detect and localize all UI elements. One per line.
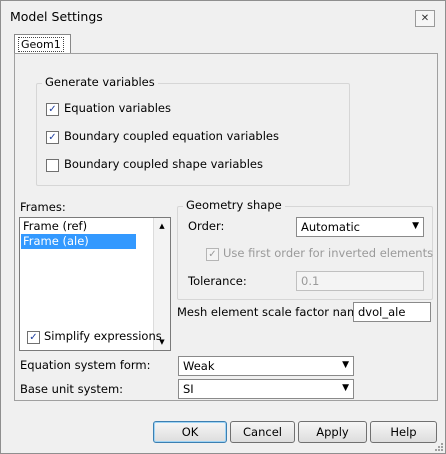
equation-system-form-dropdown[interactable]: Weak ▼ <box>178 356 354 376</box>
generate-variables-group: Generate variables ✓ Equation variables … <box>36 75 350 186</box>
simplify-expressions-checkbox[interactable]: ✓ <box>27 331 40 344</box>
base-unit-system-dropdown[interactable]: SI ▼ <box>178 379 354 399</box>
tab-panel: Generate variables ✓ Equation variables … <box>14 53 438 401</box>
close-button[interactable]: ✕ <box>415 10 435 27</box>
tolerance-value: 0.1 <box>301 274 320 288</box>
cancel-button[interactable]: Cancel <box>230 421 295 443</box>
frames-label: Frames: <box>20 200 66 214</box>
close-icon: ✕ <box>420 13 430 24</box>
model-settings-dialog: Model Settings ✕ Geom1 Generate variable… <box>0 0 446 454</box>
mesh-scale-factor-value: dvol_ale <box>358 305 406 319</box>
order-dropdown[interactable]: Automatic ▼ <box>296 217 424 237</box>
order-value: Automatic <box>301 220 360 234</box>
boundary-coupled-equation-variables-checkbox[interactable]: ✓ <box>46 131 59 144</box>
tab-geom1-label: Geom1 <box>18 37 64 52</box>
tolerance-label: Tolerance: <box>188 274 247 288</box>
help-button[interactable]: Help <box>370 421 437 443</box>
title-bar[interactable]: Model Settings ✕ <box>1 1 445 31</box>
checkmark-icon: ✓ <box>208 249 217 260</box>
geometry-shape-group: Geometry shape Order: Automatic ▼ ✓ Use … <box>177 198 434 300</box>
use-first-order-checkbox[interactable]: ✓ <box>206 248 219 261</box>
boundary-coupled-equation-variables-label: Boundary coupled equation variables <box>64 129 279 143</box>
tab-geom1[interactable]: Geom1 <box>14 34 71 54</box>
boundary-coupled-shape-variables-checkbox[interactable] <box>46 159 59 172</box>
chevron-down-icon: ▼ <box>342 383 349 393</box>
equation-system-form-label: Equation system form: <box>20 358 151 372</box>
frames-list-item-ale[interactable]: Frame (ale) <box>21 234 136 249</box>
frames-list-item-ref[interactable]: Frame (ref) <box>21 219 136 234</box>
base-unit-system-value: SI <box>183 382 194 396</box>
use-first-order-label: Use first order for inverted elements <box>223 246 434 260</box>
mesh-scale-factor-label: Mesh element scale factor name: <box>177 305 370 319</box>
chevron-down-icon: ▼ <box>412 221 419 231</box>
generate-variables-legend: Generate variables <box>42 75 158 89</box>
boundary-coupled-shape-variables-label: Boundary coupled shape variables <box>64 157 263 171</box>
checkmark-icon: ✓ <box>29 332 38 343</box>
equation-variables-checkbox[interactable]: ✓ <box>46 103 59 116</box>
apply-button[interactable]: Apply <box>298 421 367 443</box>
scroll-up-icon[interactable]: ▲ <box>154 218 170 234</box>
order-label: Order: <box>188 219 225 233</box>
mesh-scale-factor-input[interactable]: dvol_ale <box>353 302 431 322</box>
simplify-expressions-label: Simplify expressions <box>44 329 162 343</box>
base-unit-system-label: Base unit system: <box>20 382 124 396</box>
resize-grip-icon[interactable] <box>433 441 443 451</box>
checkmark-icon: ✓ <box>48 132 57 143</box>
ok-button[interactable]: OK <box>153 421 227 443</box>
geometry-shape-legend: Geometry shape <box>183 198 285 212</box>
equation-variables-label: Equation variables <box>64 101 171 115</box>
equation-system-form-value: Weak <box>183 359 215 373</box>
chevron-down-icon: ▼ <box>342 360 349 370</box>
checkmark-icon: ✓ <box>48 104 57 115</box>
window-title: Model Settings <box>10 9 103 24</box>
tolerance-input[interactable]: 0.1 <box>296 271 424 291</box>
